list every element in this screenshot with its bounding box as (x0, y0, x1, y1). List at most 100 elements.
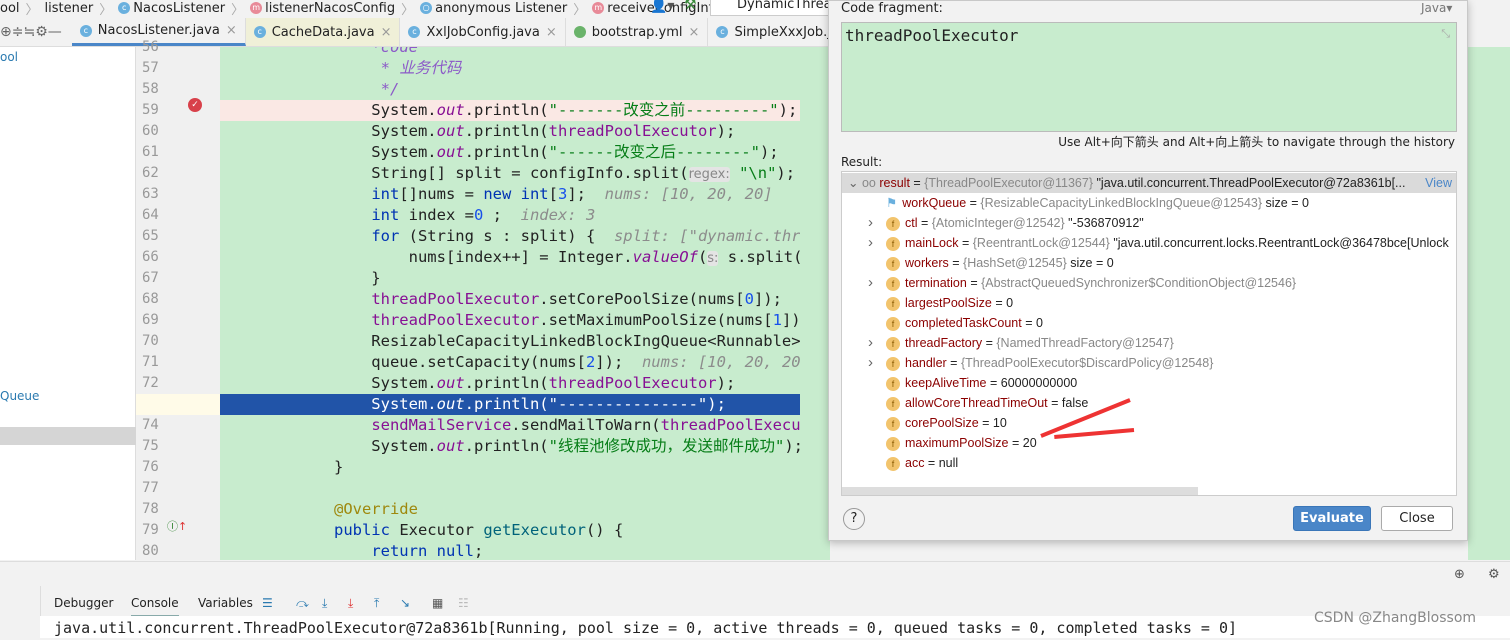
tab-variables[interactable]: Variables (198, 596, 253, 610)
code-line[interactable]: * 业务代码 (220, 58, 830, 79)
field-row[interactable]: f completedTaskCount = 0 (842, 313, 1456, 333)
project-tree-item[interactable]: ool (0, 50, 18, 64)
code-editor[interactable]: *code * 业务代码 */ System.out.println("----… (220, 47, 830, 560)
code-line[interactable]: System.out.println(threadPoolExecutor); (220, 121, 830, 142)
breadcrumb-item[interactable]: ○ anonymous Listener (420, 1, 567, 16)
locate-icon[interactable]: ⊕ (0, 18, 12, 46)
field-row[interactable]: › f termination = {AbstractQueuedSynchroni… (842, 273, 1456, 293)
code-line[interactable]: int index =0 ; index: 3 (220, 205, 830, 226)
tab-console[interactable]: Console (131, 596, 179, 617)
code-line[interactable]: */ (220, 79, 830, 100)
tab-file[interactable]: bootstrap.yml × (566, 18, 709, 46)
user-icon[interactable]: 👤▾ (650, 0, 674, 14)
close-tab-icon[interactable]: × (226, 23, 237, 38)
hide-icon[interactable]: — (48, 18, 62, 46)
tab-file[interactable]: c XxlJobConfig.java × (400, 18, 566, 46)
result-tree[interactable]: ⌄ oo result = {ThreadPoolExecutor@11367}… (841, 171, 1457, 496)
horizontal-scrollbar[interactable] (842, 487, 1198, 495)
breadcrumb-item[interactable]: m listenerNacosConfig (250, 1, 395, 16)
code-line[interactable]: } (220, 457, 830, 478)
code-line[interactable]: } (220, 268, 830, 289)
field-row[interactable]: f maximumPoolSize = 20 (842, 433, 1456, 453)
code-line[interactable]: *code (220, 47, 830, 58)
force-step-into-icon[interactable]: ⤓ (348, 596, 353, 611)
console-output[interactable]: java.util.concurrent.ThreadPoolExecutor@… (40, 616, 1510, 638)
code-line[interactable]: System.out.println("线程池修改成功，发送邮件成功"); (220, 436, 830, 457)
breadcrumb-item[interactable]: ool (0, 1, 20, 16)
tab-file[interactable]: c CacheData.java × (245, 18, 401, 46)
field-row[interactable]: f workers = {HashSet@12545} size = 0 (842, 253, 1456, 273)
code-line[interactable]: System.out.println(threadPoolExecutor); (220, 373, 830, 394)
close-tab-icon[interactable]: × (546, 25, 557, 40)
breadcrumb-item[interactable]: c NacosListener (118, 1, 225, 16)
step-into-icon[interactable]: ⤓ (322, 596, 327, 611)
tab-file[interactable]: c SimpleXxxJob.ja (708, 18, 830, 46)
view-link[interactable]: View (1422, 173, 1452, 193)
tab-debugger[interactable]: Debugger (54, 596, 113, 610)
expand-chevron-icon[interactable]: › (868, 333, 886, 353)
settings-crosshair-icon[interactable]: ⊕ (1454, 567, 1465, 582)
step-out-icon[interactable]: ⤒ (374, 596, 379, 611)
field-name: corePoolSize (905, 416, 979, 430)
settings-gear-icon[interactable]: ⚙ (35, 18, 48, 46)
implements-icon[interactable]: Ⓘ↑ (167, 518, 187, 534)
field-row[interactable]: › f handler = {ThreadPoolExecutor$DiscardP… (842, 353, 1456, 373)
expand-chevron-icon[interactable]: › (868, 353, 886, 373)
result-row[interactable]: ⌄ oo result = {ThreadPoolExecutor@11367}… (842, 173, 1456, 193)
evaluate-button[interactable]: Evaluate (1293, 506, 1371, 531)
code-line[interactable]: @Override (220, 499, 830, 520)
evaluate-expression-icon[interactable]: ▦ (432, 596, 443, 610)
code-line[interactable]: threadPoolExecutor.setCorePoolSize(nums[… (220, 289, 830, 310)
current-execution-line[interactable]: System.out.println("---------------"); (220, 394, 830, 415)
breadcrumb-item[interactable]: listener (45, 1, 94, 16)
error-stripe-minimap[interactable] (1468, 47, 1510, 560)
collapse-icon[interactable]: ⤡ (1441, 27, 1450, 41)
code-fragment-input[interactable]: threadPoolExecutor ⤡ (841, 22, 1457, 132)
field-row[interactable]: f corePoolSize = 10 (842, 413, 1456, 433)
code-line[interactable]: return null; (220, 541, 830, 560)
help-button[interactable]: ? (843, 508, 865, 530)
close-button[interactable]: Close (1381, 506, 1453, 531)
field-row[interactable]: f allowCoreThreadTimeOut = false (842, 393, 1456, 413)
code-line[interactable]: int[]nums = new int[3]; nums: [10, 20, 2… (220, 184, 830, 205)
code-line[interactable]: System.out.println("-------改变之前---------… (220, 100, 830, 121)
collapse-all-icon[interactable]: ≒ (23, 18, 35, 46)
build-hammer-icon[interactable]: ⚒ (684, 0, 697, 13)
expand-chevron-icon[interactable]: › (868, 213, 886, 233)
step-over-icon[interactable]: ⤼ (296, 596, 309, 611)
code-line[interactable] (220, 478, 830, 499)
run-config-select[interactable]: DynamicThread (710, 0, 840, 16)
collapse-chevron-icon[interactable]: ⌄ (848, 176, 858, 190)
code-token: new int (483, 185, 549, 203)
project-tree-item[interactable]: Queue (0, 389, 39, 403)
expand-chevron-icon[interactable]: › (868, 233, 886, 253)
field-row[interactable]: › f ctl = {AtomicInteger@12542} "-53687091… (842, 213, 1456, 233)
close-tab-icon[interactable]: × (689, 25, 700, 40)
code-line[interactable]: sendMailService.sendMailToWarn(threadPoo… (220, 415, 830, 436)
field-row[interactable]: › f mainLock = {ReentrantLock@12544} "java… (842, 233, 1456, 253)
breakpoint-icon[interactable]: ✓ (188, 98, 202, 112)
code-line[interactable]: String[] split = configInfo.split(regex:… (220, 163, 830, 184)
expand-chevron-icon[interactable]: › (868, 273, 886, 293)
field-row[interactable]: f largestPoolSize = 0 (842, 293, 1456, 313)
code-line[interactable]: queue.setCapacity(nums[2]); nums: [10, 2… (220, 352, 830, 373)
language-select[interactable]: Java▾ (1421, 1, 1452, 15)
code-line[interactable]: System.out.println("------改变之后--------")… (220, 142, 830, 163)
layout-menu-icon[interactable]: ☰ (262, 596, 273, 610)
code-line[interactable]: public Executor getExecutor() { (220, 520, 830, 541)
code-line[interactable]: threadPoolExecutor.setMaximumPoolSize(nu… (220, 310, 830, 331)
field-row[interactable]: f acc = null (842, 453, 1456, 473)
close-tab-icon[interactable]: × (381, 25, 392, 40)
code-line[interactable]: nums[index++] = Integer.valueOf(s: s.spl… (220, 247, 830, 268)
field-row[interactable]: › f threadFactory = {NamedThreadFactory@12… (842, 333, 1456, 353)
field-row[interactable]: f keepAliveTime = 60000000000 (842, 373, 1456, 393)
gear-icon[interactable]: ⚙ (1488, 567, 1500, 582)
run-to-cursor-icon[interactable]: ↘ (400, 596, 410, 610)
project-tree-selection[interactable] (0, 427, 136, 445)
field-row[interactable]: ⚑ workQueue = {ResizableCapacityLinkedBlo… (842, 193, 1456, 213)
code-line[interactable]: ResizableCapacityLinkedBlockIngQueue<Run… (220, 331, 830, 352)
trace-icon[interactable]: ☷ (458, 596, 469, 610)
code-line[interactable]: for (String s : split) { split: ["dynami… (220, 226, 830, 247)
expand-all-icon[interactable]: ≑ (12, 18, 24, 46)
